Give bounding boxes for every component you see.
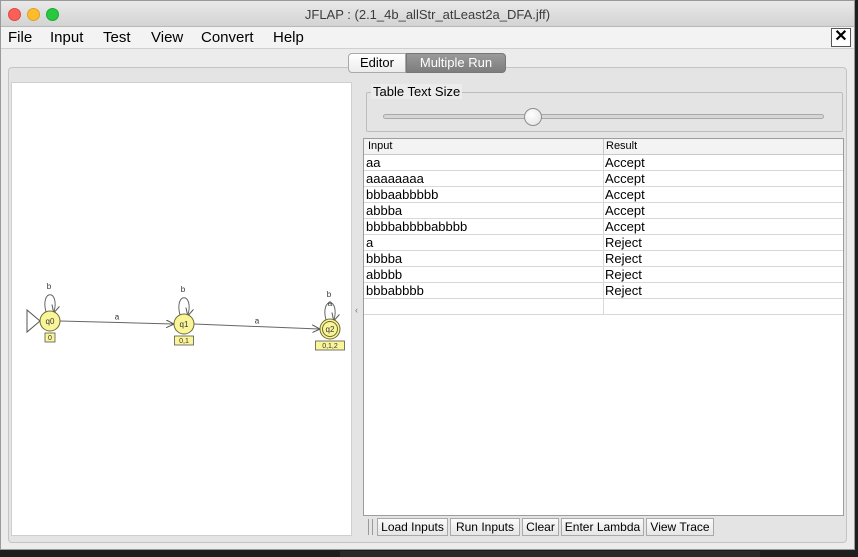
menu-file[interactable]: File [8,29,32,46]
table-row[interactable]: bbbaabbbbb Accept [364,187,843,203]
state-label: 0,1 [179,338,189,345]
self-loop-arrow [178,297,189,315]
menu-bar: File Input Test View Convert Help ✕ [1,27,854,49]
run-inputs-button[interactable]: Run Inputs [450,518,520,536]
cell-result: Accept [605,187,645,202]
table-row[interactable]: abbba Accept [364,203,843,219]
table-row[interactable] [364,299,843,315]
jflap-window: JFLAP : (2.1_4b_allStr_atLeast2a_DFA.jff… [0,0,855,550]
state-label: 0,1,2 [322,343,338,350]
text-size-slider-track[interactable] [383,114,824,119]
transition-label: b [47,282,52,291]
menu-convert[interactable]: Convert [201,29,254,46]
cell-input[interactable]: abbbb [366,267,402,282]
table-row[interactable]: aaaaaaaa Accept [364,171,843,187]
clear-button[interactable]: Clear [522,518,559,536]
tab-multiple-run[interactable]: Multiple Run [406,53,506,73]
cell-result: Accept [605,219,645,234]
transition-label: a [328,299,333,308]
splitter-arrow-icon[interactable]: ‹ [355,305,358,315]
transition-label: b [181,285,186,294]
transition-label: a [255,317,260,326]
header-result[interactable]: Result [606,140,637,152]
table-row[interactable]: bbbba Reject [364,251,843,267]
cell-result: Accept [605,155,645,170]
automaton-canvas[interactable]: b a b a b a q0 0 q1 0,1 q2 0,1,2 [11,82,352,536]
table-row[interactable]: aa Accept [364,155,843,171]
automaton-diagram: bababaq00q10,1q20,1,2 [26,282,345,351]
menu-help[interactable]: Help [273,29,304,46]
state-name: q0 [46,317,55,326]
desktop-background [340,551,760,557]
menu-input[interactable]: Input [50,29,83,46]
transition-label: b [327,290,332,299]
header-input[interactable]: Input [368,140,392,152]
table-text-size-label: Table Text Size [371,84,463,99]
self-loop-arrow [44,294,55,312]
cell-input[interactable]: abbba [366,203,402,218]
cell-result: Accept [605,203,645,218]
toolbar-grip[interactable] [368,519,373,535]
state-name: q1 [180,320,189,329]
state-label: 0 [48,335,52,342]
cell-input[interactable]: aaaaaaaa [366,171,424,186]
table-row[interactable]: abbbb Reject [364,267,843,283]
cell-input[interactable]: a [366,235,373,250]
title-bar: JFLAP : (2.1_4b_allStr_atLeast2a_DFA.jff… [1,1,854,27]
view-trace-button[interactable]: View Trace [646,518,714,536]
multiple-run-table[interactable]: Input Result aa Accept aaaaaaaa Accept bbbaa… [363,138,844,516]
enter-lambda-button[interactable]: Enter Lambda [561,518,644,536]
transition-label: a [115,313,120,322]
menu-view[interactable]: View [151,29,183,46]
cell-result: Reject [605,267,642,282]
table-row[interactable]: bbbbabbbbabbbb Accept [364,219,843,235]
table-rows: aa Accept aaaaaaaa Accept bbbaabbbbb Accept ab… [364,155,843,315]
table-row[interactable]: bbbabbbb Reject [364,283,843,299]
tab-editor[interactable]: Editor [348,53,406,73]
cell-input[interactable]: bbbaabbbbb [366,187,438,202]
cell-input[interactable]: aa [366,155,380,170]
initial-state-marker [26,308,41,334]
menu-test[interactable]: Test [103,29,131,46]
state-name: q2 [326,325,335,334]
load-inputs-button[interactable]: Load Inputs [377,518,448,536]
cell-input[interactable]: bbbbabbbbabbbb [366,219,467,234]
window-title: JFLAP : (2.1_4b_allStr_atLeast2a_DFA.jff… [304,7,551,22]
table-row[interactable]: a Reject [364,235,843,251]
cell-result: Accept [605,171,645,186]
cell-result: Reject [605,235,642,250]
cell-input[interactable]: bbbba [366,251,402,266]
cell-result: Reject [605,251,642,266]
close-tab-icon[interactable]: ✕ [831,28,851,47]
cell-input[interactable]: bbbabbbb [366,283,424,298]
table-header: Input Result [364,139,843,155]
cell-result: Reject [605,283,642,298]
text-size-slider-thumb[interactable] [523,108,542,126]
